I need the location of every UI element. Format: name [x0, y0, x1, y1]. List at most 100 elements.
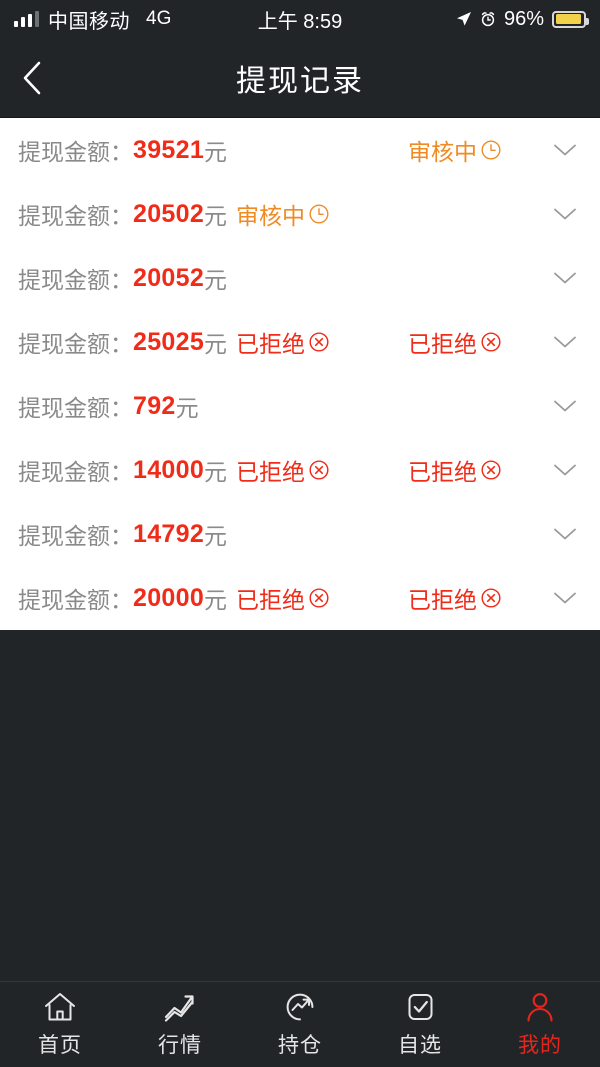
tab-home[interactable]: 首页 [0, 982, 120, 1067]
status-label: 审核中 [408, 139, 477, 165]
expand-row-button[interactable] [553, 118, 577, 182]
circle-x-icon [309, 588, 329, 608]
tab-label: 自选 [398, 1033, 442, 1057]
page-title: 提现记录 [236, 64, 364, 98]
amount-unit: 元 [204, 587, 228, 613]
amount-value: 20502 [133, 199, 205, 228]
chevron-down-icon [554, 272, 576, 284]
home-icon [45, 992, 75, 1020]
table-row[interactable]: 提现金额： 20052 元 [0, 246, 600, 310]
amount-label: 提现金额： [18, 331, 133, 357]
amount-label: 提现金额： [18, 267, 133, 293]
amount-value: 20052 [133, 263, 205, 292]
chevron-down-icon [554, 464, 576, 476]
expand-row-button[interactable] [553, 502, 577, 566]
status-label: 已拒绝 [236, 587, 306, 613]
row-status-right: 已拒绝 [408, 310, 502, 374]
status-badge: 已拒绝 [408, 325, 502, 359]
circle-x-icon [481, 588, 501, 608]
status-label: 已拒绝 [236, 459, 306, 485]
battery-icon [552, 10, 589, 28]
signal-strength-icon [14, 11, 39, 27]
amount-unit: 元 [204, 459, 228, 485]
expand-row-button[interactable] [553, 246, 577, 310]
trend-circle-icon [286, 993, 314, 1020]
bottom-tab-bar: 首页 行情 持仓 自选 我的 [0, 981, 600, 1067]
carrier-label: 中国移动 [48, 10, 130, 33]
expand-row-button[interactable] [553, 438, 577, 502]
table-row[interactable]: 提现金额： 39521 元 审核中 [0, 118, 600, 182]
row-amount-group: 提现金额： 20000 元已拒绝 [18, 581, 330, 615]
line-chart-icon [164, 994, 194, 1022]
expand-row-button[interactable] [553, 374, 577, 438]
circle-x-icon [309, 332, 329, 352]
row-amount-group: 提现金额： 792 元 [18, 389, 199, 423]
amount-label: 提现金额： [18, 459, 133, 485]
status-label: 审核中 [236, 203, 306, 229]
status-badge: 审核中 [408, 133, 502, 167]
table-row[interactable]: 提现金额： 14000 元已拒绝 已拒绝 [0, 438, 600, 502]
chevron-down-icon [554, 336, 576, 348]
circle-x-icon [481, 460, 501, 480]
amount-unit: 元 [204, 139, 228, 165]
amount-label: 提现金额： [18, 395, 133, 421]
chevron-left-icon [23, 61, 41, 94]
tab-label: 首页 [38, 1033, 82, 1057]
withdrawal-records-list: 提现金额： 39521 元审核中 提现金额： 20502 元审核中 提现金额： 20052 元提… [0, 118, 600, 630]
row-status-right: 已拒绝 [408, 438, 502, 502]
table-row[interactable]: 提现金额： 20000 元已拒绝 已拒绝 [0, 566, 600, 630]
row-status-right: 审核中 [408, 118, 502, 182]
checkbox-icon [408, 993, 433, 1020]
status-badge: 已拒绝 [236, 453, 330, 487]
amount-unit: 元 [204, 331, 228, 357]
amount-label: 提现金额： [18, 139, 133, 165]
alarm-clock-icon [480, 11, 496, 27]
status-label: 已拒绝 [408, 587, 477, 613]
navigation-bar: 提现记录 [0, 38, 600, 118]
amount-value: 14792 [133, 519, 205, 548]
table-row[interactable]: 提现金额： 792 元 [0, 374, 600, 438]
amount-label: 提现金额： [18, 523, 133, 549]
amount-label: 提现金额： [18, 587, 133, 613]
expand-row-button[interactable] [553, 182, 577, 246]
expand-row-button[interactable] [553, 310, 577, 374]
tab-label: 持仓 [278, 1033, 322, 1057]
chevron-down-icon [554, 208, 576, 220]
amount-value: 39521 [133, 135, 205, 164]
clock-icon [309, 204, 329, 224]
table-row[interactable]: 提现金额： 25025 元已拒绝 已拒绝 [0, 310, 600, 374]
location-arrow-icon [456, 11, 472, 27]
network-type-label: 4G [146, 8, 172, 29]
chevron-down-icon [554, 144, 576, 156]
back-button[interactable] [0, 38, 64, 118]
chevron-down-icon [554, 592, 576, 604]
expand-row-button[interactable] [553, 566, 577, 630]
tab-trend-circle[interactable]: 持仓 [240, 982, 360, 1067]
status-label: 已拒绝 [408, 331, 477, 357]
person-icon [527, 992, 553, 1022]
row-amount-group: 提现金额： 39521 元 [18, 133, 227, 167]
chevron-down-icon [554, 400, 576, 412]
amount-unit: 元 [175, 395, 199, 421]
amount-unit: 元 [204, 267, 228, 293]
status-badge: 已拒绝 [408, 581, 502, 615]
amount-label: 提现金额： [18, 203, 133, 229]
amount-unit: 元 [204, 203, 228, 229]
table-row[interactable]: 提现金额： 14792 元 [0, 502, 600, 566]
status-label: 已拒绝 [236, 331, 306, 357]
amount-value: 25025 [133, 327, 205, 356]
tab-label: 行情 [158, 1033, 202, 1057]
row-status-right: 已拒绝 [408, 566, 502, 630]
battery-percent-label: 96% [503, 7, 544, 30]
row-amount-group: 提现金额： 14000 元已拒绝 [18, 453, 330, 487]
tab-checkbox[interactable]: 自选 [360, 982, 480, 1067]
tab-person[interactable]: 我的 [480, 982, 600, 1067]
tab-label: 我的 [518, 1033, 562, 1057]
table-row[interactable]: 提现金额： 20502 元审核中 [0, 182, 600, 246]
status-badge: 审核中 [236, 197, 330, 231]
status-badge: 已拒绝 [236, 581, 330, 615]
status-badge: 已拒绝 [236, 325, 330, 359]
tab-line-chart[interactable]: 行情 [120, 982, 240, 1067]
row-amount-group: 提现金额： 14792 元 [18, 517, 227, 551]
amount-value: 20000 [133, 583, 205, 612]
